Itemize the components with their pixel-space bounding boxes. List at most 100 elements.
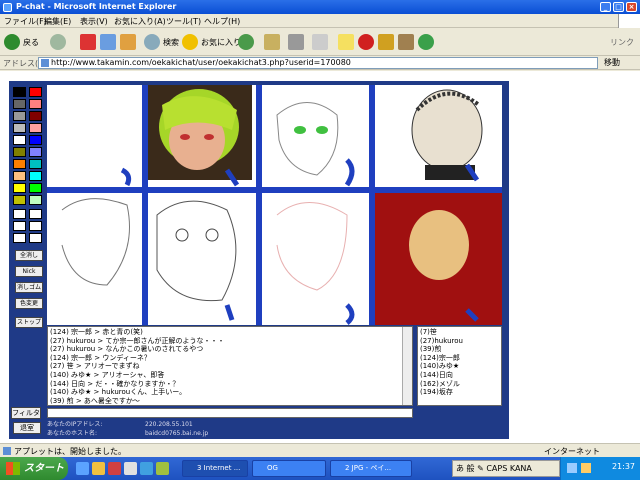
color-swatch[interactable]: [29, 159, 42, 169]
mail-button[interactable]: [264, 32, 280, 52]
color-swatch[interactable]: [13, 87, 26, 97]
canvas-drawing: [47, 85, 502, 325]
links-button[interactable]: リンク: [610, 32, 634, 52]
task-folder-og[interactable]: OG: [252, 460, 326, 477]
chat-line: (27) hukurou > てか宗一郎さんが正解のような・・・: [50, 336, 225, 345]
chat-scrollbar[interactable]: [402, 327, 412, 405]
member-item[interactable]: (194)坂存: [420, 388, 499, 397]
ip-label: あなたのIPアドレス:: [47, 421, 103, 428]
addon-lock-button[interactable]: [378, 32, 394, 52]
color-swatch[interactable]: [13, 111, 26, 121]
ime-toolbar[interactable]: あ 般 ✎ CAPS KANA: [452, 460, 560, 477]
note-button[interactable]: [338, 32, 354, 52]
task-paint[interactable]: 2 JPG - ペイ...: [330, 460, 412, 477]
search-button[interactable]: 検索: [144, 32, 179, 52]
brush-size-button[interactable]: [29, 209, 42, 219]
network-icon[interactable]: [567, 463, 577, 473]
tool-button[interactable]: Nick: [15, 266, 43, 277]
go-button[interactable]: 移動: [604, 57, 620, 68]
windows-logo-icon: [6, 462, 20, 475]
mail-icon: [264, 34, 280, 50]
ie-icon: [3, 3, 12, 12]
quicklaunch-app-icon[interactable]: [108, 462, 121, 475]
title-bar: P-chat - Microsoft Internet Explorer _ □…: [0, 0, 640, 14]
menu-help[interactable]: ヘルプ(H): [204, 16, 240, 27]
back-button[interactable]: 戻る: [4, 32, 39, 52]
brush-size-button[interactable]: [29, 233, 42, 243]
color-swatch[interactable]: [13, 195, 26, 205]
member-item[interactable]: (124)宗一郎: [420, 354, 499, 363]
minimize-button[interactable]: _: [600, 2, 611, 12]
member-item[interactable]: (7)笹: [420, 328, 499, 337]
member-item[interactable]: (39)煎: [420, 345, 499, 354]
brush-size-button[interactable]: [29, 221, 42, 231]
maximize-button[interactable]: □: [613, 2, 624, 12]
stop-button[interactable]: [80, 32, 96, 52]
member-item[interactable]: (162)メゾル: [420, 380, 499, 389]
addon-box-button[interactable]: [398, 32, 414, 52]
status-icon: [3, 447, 11, 455]
color-swatch[interactable]: [13, 135, 26, 145]
address-field[interactable]: http://www.takamin.com/oekakichat/user/o…: [38, 57, 598, 69]
stop-drawing-button[interactable]: ストップ: [15, 317, 43, 328]
color-swatch[interactable]: [13, 123, 26, 133]
color-swatch[interactable]: [13, 99, 26, 109]
tool-button[interactable]: 全消し: [15, 250, 43, 261]
quicklaunch-misc-icon[interactable]: [156, 462, 169, 475]
member-item[interactable]: (144)日向: [420, 371, 499, 380]
color-swatch[interactable]: [29, 195, 42, 205]
color-swatch[interactable]: [29, 87, 42, 97]
filter-button[interactable]: フィルタ: [11, 407, 41, 419]
color-swatch[interactable]: [29, 171, 42, 181]
chat-line: (124) 宗一郎 > 赤と青の(笑): [50, 328, 143, 336]
menu-file[interactable]: ファイル(F): [4, 16, 47, 27]
color-swatch[interactable]: [29, 123, 42, 133]
leave-button[interactable]: 退室: [13, 422, 41, 434]
brush-size-button[interactable]: [13, 221, 26, 231]
menu-view[interactable]: 表示(V): [80, 16, 108, 27]
menu-tools[interactable]: ツール(T): [166, 16, 201, 27]
menu-favorites[interactable]: お気に入り(A): [114, 16, 166, 27]
tool-button[interactable]: 色変更: [15, 298, 43, 309]
volume-icon[interactable]: [581, 463, 591, 473]
forward-button[interactable]: [50, 32, 66, 52]
color-swatch[interactable]: [29, 99, 42, 109]
color-swatch[interactable]: [13, 147, 26, 157]
color-swatch[interactable]: [29, 147, 42, 157]
color-swatch[interactable]: [29, 183, 42, 193]
history-button[interactable]: [238, 32, 254, 52]
menu-edit[interactable]: 編集(E): [44, 16, 71, 27]
quicklaunch-folder-icon[interactable]: [92, 462, 105, 475]
drawing-canvas[interactable]: [47, 85, 502, 325]
chat-line: (27) 笹 > アリオーでまずね: [50, 362, 140, 371]
color-swatch[interactable]: [13, 159, 26, 169]
color-swatch[interactable]: [29, 111, 42, 121]
tool-button[interactable]: 消しゴム: [15, 282, 43, 293]
clock: 21:37: [611, 462, 635, 471]
edit-icon: [312, 34, 328, 50]
favorites-button[interactable]: お気に入り: [182, 32, 241, 52]
quicklaunch-desktop-icon[interactable]: [124, 462, 137, 475]
refresh-icon: [100, 34, 116, 50]
host-value: baidcd0765.bai.ne.jp: [145, 430, 209, 437]
color-swatch[interactable]: [13, 171, 26, 181]
quicklaunch-media-icon[interactable]: [140, 462, 153, 475]
task-internet-explorer[interactable]: 3 Internet ...: [182, 460, 248, 477]
home-button[interactable]: [120, 32, 136, 52]
brush-size-button[interactable]: [13, 209, 26, 219]
close-button[interactable]: ×: [626, 2, 637, 12]
stop-icon: [80, 34, 96, 50]
messenger-button[interactable]: [418, 32, 434, 52]
refresh-button[interactable]: [100, 32, 116, 52]
member-item[interactable]: (140)みゆ★: [420, 362, 499, 371]
brush-size-button[interactable]: [13, 233, 26, 243]
quicklaunch-ie-icon[interactable]: [76, 462, 89, 475]
color-swatch[interactable]: [13, 183, 26, 193]
member-item[interactable]: (27)hukurou: [420, 337, 499, 346]
edit-button[interactable]: [312, 32, 328, 52]
addon-red-button[interactable]: [358, 32, 374, 52]
chat-input[interactable]: [47, 408, 413, 418]
start-button[interactable]: スタート: [0, 457, 68, 480]
color-swatch[interactable]: [29, 135, 42, 145]
print-button[interactable]: [288, 32, 304, 52]
